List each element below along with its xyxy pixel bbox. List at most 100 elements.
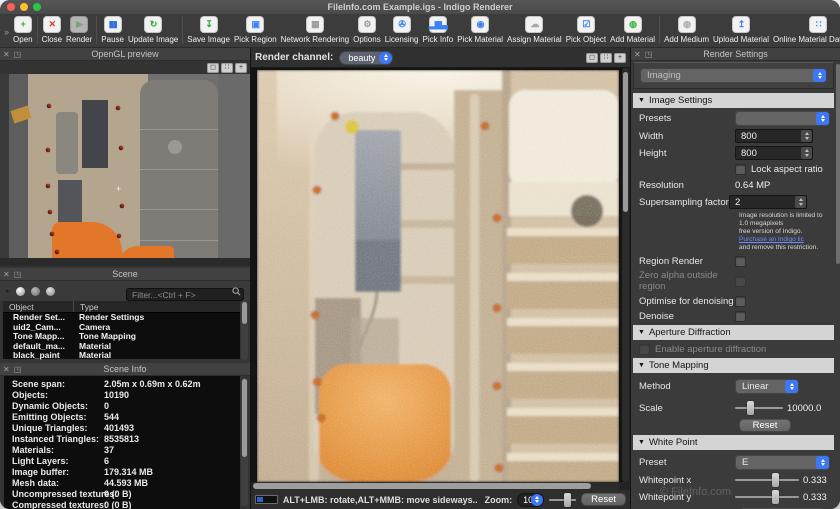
toolbar-button[interactable]: ∷ Online Material Database (771, 16, 840, 44)
preview-zoom-in-button[interactable]: + (235, 62, 247, 73)
scene-table-row[interactable]: Render Set... Render Settings (3, 313, 240, 323)
render-vertical-scrollbar[interactable] (622, 68, 629, 482)
preview-crop-button[interactable]: ◻ (207, 62, 219, 73)
preview-fit-button[interactable]: ∷ (221, 62, 233, 73)
lock-aspect-ratio-checkbox[interactable] (735, 163, 746, 175)
tone-mapping-reset-button[interactable]: Reset (739, 418, 791, 432)
section-image-settings[interactable]: ▼ Image Settings (633, 93, 834, 108)
scene-filter-input[interactable] (126, 288, 244, 301)
scene-toggle-icon[interactable] (15, 286, 25, 296)
toolbar-button[interactable]: ⚙ Options (351, 16, 383, 44)
section-white-point[interactable]: ▼ White Point (633, 435, 834, 450)
toolbar-button[interactable]: ↥ Upload Material (711, 16, 771, 44)
expand-arrow-icon[interactable]: ▸ (6, 287, 10, 295)
render-canvas[interactable] (251, 68, 623, 482)
height-spinner[interactable]: 800 (735, 146, 813, 160)
zoom-slider-handle[interactable] (563, 492, 571, 507)
render-image[interactable] (257, 70, 619, 482)
settings-category-frame: Imaging (633, 62, 834, 89)
toolbar-icon: ◍ (629, 19, 637, 29)
toolbar-button[interactable]: ◍ Add Material (608, 16, 657, 44)
object-name-cell: default_ma... (13, 341, 65, 351)
toolbar-button[interactable]: + Open (11, 16, 35, 44)
toolbar-icon: ☑ (582, 19, 590, 29)
presets-select[interactable] (735, 111, 830, 126)
detach-panel-icon[interactable]: ◳ (14, 50, 22, 59)
render-vertical-scrollbar-thumb[interactable] (623, 72, 628, 212)
whitepoint-y-slider[interactable] (735, 490, 799, 504)
toolbar-overflow-icon[interactable]: » (4, 27, 11, 37)
section-title: Image Settings (648, 95, 713, 106)
scene-table-row[interactable]: black_paint Material (3, 351, 240, 361)
zoom-spinner[interactable]: 100 (517, 492, 544, 507)
scale-slider-handle[interactable] (747, 401, 755, 415)
denoise-checkbox[interactable] (735, 310, 746, 322)
whitepoint-x-slider[interactable] (735, 473, 799, 487)
scene-table-row[interactable]: default_ma... Material (3, 342, 240, 352)
zoom-reset-button[interactable]: Reset (581, 493, 626, 506)
settings-category-select[interactable]: Imaging (640, 68, 827, 83)
render-crop-button[interactable]: ◻ (586, 52, 598, 63)
toolbar-button[interactable]: ☁ Assign Material (505, 16, 564, 44)
toolbar-button[interactable]: ↧ Save Image (182, 16, 232, 44)
render-zoom-in-button[interactable]: + (614, 52, 626, 63)
close-panel-icon[interactable]: ✕ (3, 365, 10, 374)
section-tone-mapping[interactable]: ▼ Tone Mapping (633, 358, 834, 373)
close-panel-icon[interactable]: ✕ (3, 270, 10, 279)
toolbar-button[interactable]: ✕ Close (36, 16, 64, 44)
region-render-checkbox[interactable] (735, 255, 746, 267)
whitepoint-y-slider-handle[interactable] (772, 490, 780, 504)
detach-panel-icon[interactable]: ◳ (645, 50, 653, 59)
render-horizontal-scrollbar-thumb[interactable] (253, 483, 591, 489)
detach-panel-icon[interactable]: ◳ (14, 365, 22, 374)
render-channel-select[interactable]: beauty (339, 50, 394, 65)
toolbar-button[interactable]: ↻ Update Image (126, 16, 180, 44)
width-spinner[interactable]: 800 (735, 129, 813, 143)
toolbar-button[interactable]: ◍ Add Medium (659, 16, 711, 44)
render-fit-button[interactable]: ∷ (600, 52, 612, 63)
zoom-slider[interactable] (548, 492, 577, 507)
close-panel-icon[interactable]: ✕ (3, 50, 10, 59)
scene-scrollbar[interactable] (241, 301, 248, 360)
method-select[interactable]: Linear (735, 379, 799, 394)
column-header-object[interactable]: Object (3, 301, 73, 312)
settings-category-value: Imaging (647, 70, 681, 81)
optimise-denoising-checkbox[interactable] (735, 295, 746, 307)
close-panel-icon[interactable]: ✕ (634, 50, 641, 59)
whitepoint-x-slider-handle[interactable] (772, 473, 780, 487)
preview-shape (140, 129, 218, 130)
toolbar-button[interactable]: ▮▮ Pause (96, 16, 126, 44)
scene-info-scrollbar[interactable] (241, 378, 248, 506)
toolbar-icon: ▮▮ (108, 19, 118, 29)
column-header-type[interactable]: Type (73, 301, 240, 312)
scene-toggle-icon[interactable] (45, 286, 55, 296)
scene-toggle-icon[interactable] (30, 286, 40, 296)
settings-scrollbar[interactable] (836, 64, 840, 264)
toolbar-button[interactable]: ▂▆▃ Pick Info (421, 16, 456, 44)
scene-info-row: Mesh data: 44.593 MB (4, 478, 240, 489)
render-channel-value: beauty (348, 52, 376, 63)
toolbar-button[interactable]: ✇ Licensing (383, 16, 421, 44)
opengl-viewport[interactable]: + (0, 74, 250, 266)
render-horizontal-scrollbar[interactable] (253, 482, 620, 490)
scene-table-row[interactable]: uid2_Cam... Camera (3, 323, 240, 333)
scene-table-row[interactable]: Tone Mapp... Tone Mapping (3, 332, 240, 342)
section-title: White Point (648, 437, 698, 448)
toolbar-button[interactable]: ▣ Pick Region (232, 16, 279, 44)
toolbar-button[interactable]: ▶ Render (64, 16, 94, 44)
toolbar-button[interactable]: ◉ Pick Material (455, 16, 505, 44)
toolbar-button[interactable]: ☑ Pick Object (564, 16, 608, 44)
scene-scrollbar-thumb[interactable] (242, 302, 247, 324)
section-aperture-diffraction[interactable]: ▼ Aperture Diffraction (633, 325, 834, 340)
collapse-arrow-icon: ▼ (638, 439, 645, 446)
detach-panel-icon[interactable]: ◳ (14, 270, 22, 279)
toolbar-icon: ☁ (530, 19, 539, 29)
toolbar-button[interactable]: ▦ Network Rendering (279, 16, 351, 44)
whitepoint-preset-select[interactable]: E (735, 455, 830, 470)
scale-slider[interactable] (735, 401, 783, 415)
toolbar-icon-tile: ↻ (144, 16, 163, 33)
object-type-cell: Render Settings (79, 313, 145, 322)
purchase-license-link[interactable]: Purchase an Indigo lic (739, 236, 804, 243)
scene-info-scrollbar-thumb[interactable] (242, 379, 247, 457)
supersampling-spinner[interactable]: 2 (729, 195, 807, 209)
